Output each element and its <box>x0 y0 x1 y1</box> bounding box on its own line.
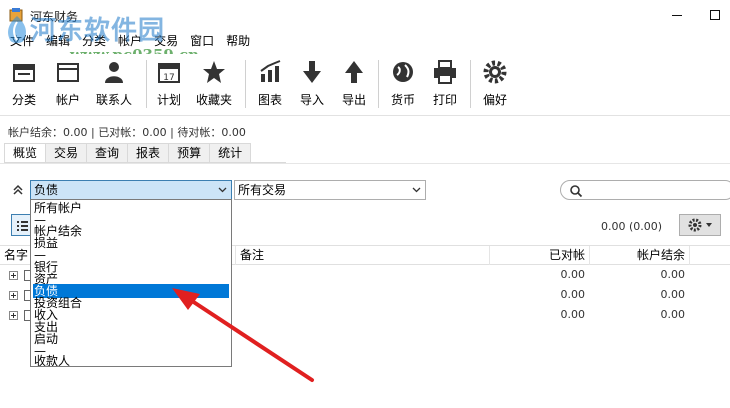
expand-icon[interactable] <box>9 311 18 320</box>
export-icon <box>340 58 368 86</box>
toolbar-separator <box>245 60 246 108</box>
transaction-filter-combo[interactable]: 所有交易 <box>234 180 426 200</box>
window-title: 河东财务 <box>30 10 79 24</box>
toolbar-label: 货币 <box>390 93 415 107</box>
menu-edit[interactable]: 编辑 <box>40 30 76 52</box>
gear-icon <box>688 218 712 232</box>
toolbar-label: 图表 <box>257 93 282 107</box>
toolbar-label: 打印 <box>432 93 457 107</box>
toolbar-label: 联系人 <box>96 93 133 107</box>
toolbar-label: 分类 <box>11 93 36 107</box>
column-balance[interactable]: 帐户结余 <box>590 246 690 265</box>
toolbar-label: 帐户 <box>55 93 80 107</box>
calendar-icon: 17 <box>155 58 183 86</box>
tab-bar: 概览 交易 查询 报表 预算 统计 <box>4 143 286 163</box>
minimize-icon <box>672 14 682 16</box>
reconciled-value: 0.00 <box>560 288 586 301</box>
tab-overview[interactable]: 概览 <box>4 143 47 162</box>
total-balance: 0.00 (0.00) <box>601 220 663 233</box>
chevron-down-icon <box>218 187 227 193</box>
toolbar-separator <box>146 60 147 108</box>
tab-reports[interactable]: 报表 <box>127 143 170 162</box>
tab-statistics[interactable]: 统计 <box>209 143 252 162</box>
account-summary-status: 帐户结余：0.00 | 已对帐：0.00 | 待对帐：0.00 <box>8 126 246 139</box>
expand-icon[interactable] <box>9 291 18 300</box>
account-filter-combo[interactable]: 负债 <box>30 180 232 200</box>
account-filter-value: 负债 <box>34 183 59 197</box>
reconciled-value: 0.00 <box>560 308 586 321</box>
expand-icon[interactable] <box>9 271 18 280</box>
tab-budget[interactable]: 预算 <box>168 143 211 162</box>
balance-value: 0.00 <box>660 288 686 301</box>
printer-icon <box>431 58 459 86</box>
title-bar: 河东财务 <box>0 0 730 30</box>
divider <box>0 163 730 164</box>
toolbar-import-button[interactable]: 导入 <box>298 58 326 112</box>
toolbar-account-button[interactable]: 帐户 <box>54 58 82 112</box>
toolbar-export-button[interactable]: 导出 <box>340 58 368 112</box>
toolbar-separator <box>470 60 471 108</box>
app-icon <box>9 8 23 22</box>
tab-query[interactable]: 查询 <box>86 143 129 162</box>
menu-window[interactable]: 窗口 <box>184 30 220 52</box>
account-filter-dropdown: 所有帐户 — 帐户结余 损益 — 银行 资产 负债 投资组合 收入 支出 启动 … <box>30 199 232 367</box>
toolbar-chart-button[interactable]: 图表 <box>256 58 284 112</box>
dropdown-option[interactable]: 收款人 <box>33 354 229 366</box>
search-icon <box>570 185 583 198</box>
toolbar-schedule-button[interactable]: 17 计划 <box>155 58 183 112</box>
menu-account[interactable]: 帐户 <box>112 30 148 52</box>
column-reconciled[interactable]: 已对帐 <box>490 246 590 265</box>
options-menu-button[interactable] <box>679 214 721 236</box>
account-icon <box>54 58 82 86</box>
gear-icon <box>481 58 509 86</box>
balance-value: 0.00 <box>660 268 686 281</box>
collapse-up-icon[interactable] <box>12 184 24 196</box>
toolbar-label: 收藏夹 <box>196 93 233 107</box>
balance-value: 0.00 <box>660 308 686 321</box>
menu-help[interactable]: 帮助 <box>220 30 256 52</box>
import-icon <box>298 58 326 86</box>
toolbar: 分类 帐户 联系人 17 计划 收藏夹 图表 导入 导出 货币 打印 偏好 <box>0 54 730 116</box>
tab-transactions[interactable]: 交易 <box>45 143 88 162</box>
toolbar-label: 偏好 <box>482 93 507 107</box>
column-notes[interactable]: 备注 <box>236 246 490 265</box>
menu-bar: 文件 编辑 分类 帐户 交易 窗口 帮助 <box>0 30 730 52</box>
globe-icon <box>389 58 417 86</box>
maximize-icon <box>710 10 720 20</box>
maximize-button[interactable] <box>700 0 730 30</box>
toolbar-preferences-button[interactable]: 偏好 <box>481 58 509 112</box>
chart-icon <box>256 58 284 86</box>
menu-file[interactable]: 文件 <box>4 30 40 52</box>
toolbar-print-button[interactable]: 打印 <box>431 58 459 112</box>
toolbar-contact-button[interactable]: 联系人 <box>96 58 132 112</box>
toolbar-label: 计划 <box>156 93 181 107</box>
list-view-icon <box>17 221 28 231</box>
category-icon <box>10 58 38 86</box>
toolbar-category-button[interactable]: 分类 <box>10 58 38 112</box>
contact-icon <box>100 58 128 86</box>
menu-category[interactable]: 分类 <box>76 30 112 52</box>
chevron-down-icon <box>412 187 421 193</box>
search-input[interactable] <box>560 180 730 200</box>
toolbar-currency-button[interactable]: 货币 <box>389 58 417 112</box>
minimize-button[interactable] <box>654 0 700 30</box>
svg-text:17: 17 <box>163 73 174 83</box>
toolbar-label: 导入 <box>299 93 324 107</box>
reconciled-value: 0.00 <box>560 268 586 281</box>
toolbar-separator <box>378 60 379 108</box>
menu-transaction[interactable]: 交易 <box>148 30 184 52</box>
toolbar-label: 导出 <box>341 93 366 107</box>
toolbar-favorites-button[interactable]: 收藏夹 <box>196 58 232 112</box>
star-icon <box>200 58 228 86</box>
transaction-filter-value: 所有交易 <box>238 183 287 197</box>
